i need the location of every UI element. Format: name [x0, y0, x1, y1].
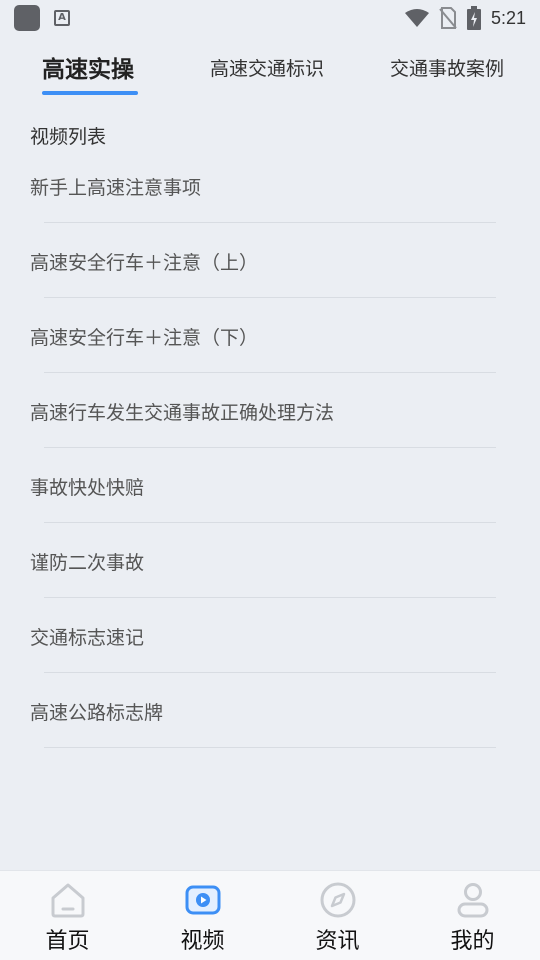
tab-accident-cases[interactable]: 交通事故案例 [390, 54, 504, 81]
nav-home-label: 首页 [45, 929, 90, 954]
list-item[interactable]: 事故快处快赔 [0, 448, 540, 523]
list-item[interactable]: 高速安全行车＋注意（下） [0, 298, 540, 373]
person-icon [457, 883, 488, 918]
bottom-navigation: 首页 视频 资讯 我的 [0, 870, 540, 960]
video-title: 高速行车发生交通事故正确处理方法 [30, 402, 335, 424]
video-title: 高速安全行车＋注意（下） [30, 327, 259, 349]
list-item[interactable]: 高速行车发生交通事故正确处理方法 [0, 373, 540, 448]
video-title: 事故快处快赔 [30, 477, 145, 499]
list-item[interactable]: 交通标志速记 [0, 598, 540, 673]
wifi-icon [404, 9, 429, 27]
no-sim-icon [439, 7, 457, 29]
video-title: 高速公路标志牌 [30, 702, 164, 724]
clock-time: 5:21 [490, 7, 526, 28]
video-title: 新手上高速注意事项 [30, 177, 202, 199]
list-item[interactable]: 新手上高速注意事项 [0, 148, 540, 223]
video-title: 交通标志速记 [30, 627, 145, 649]
video-icon [185, 885, 220, 915]
nav-news-label: 资讯 [315, 929, 360, 954]
video-title: 高速安全行车＋注意（上） [30, 252, 259, 274]
compass-icon [320, 882, 355, 918]
status-bar: A 5:21 [0, 0, 540, 36]
tab-highway-practice[interactable]: 高速实操 [42, 50, 134, 84]
keyboard-a-icon: A [54, 10, 70, 26]
category-tabs: 高速实操 高速交通标识 交通事故案例 [0, 40, 540, 100]
nav-news[interactable]: 资讯 [270, 871, 405, 960]
nav-home[interactable]: 首页 [0, 871, 135, 960]
active-tab-indicator [42, 91, 138, 95]
list-item[interactable]: 高速安全行车＋注意（上） [0, 223, 540, 298]
home-icon [51, 883, 84, 918]
battery-charging-icon [466, 6, 481, 30]
video-list: 新手上高速注意事项 高速安全行车＋注意（上） 高速安全行车＋注意（下） 高速行车… [0, 148, 540, 748]
app-notification-icon [14, 5, 40, 31]
divider [44, 747, 496, 748]
nav-me-label: 我的 [450, 929, 495, 954]
list-item[interactable]: 高速公路标志牌 [0, 673, 540, 748]
nav-me[interactable]: 我的 [405, 871, 540, 960]
nav-video[interactable]: 视频 [135, 871, 270, 960]
list-item[interactable]: 谨防二次事故 [0, 523, 540, 598]
tab-highway-signs[interactable]: 高速交通标识 [210, 54, 324, 81]
video-title: 谨防二次事故 [30, 552, 145, 574]
nav-video-label: 视频 [180, 929, 225, 954]
section-title: 视频列表 [30, 126, 107, 148]
